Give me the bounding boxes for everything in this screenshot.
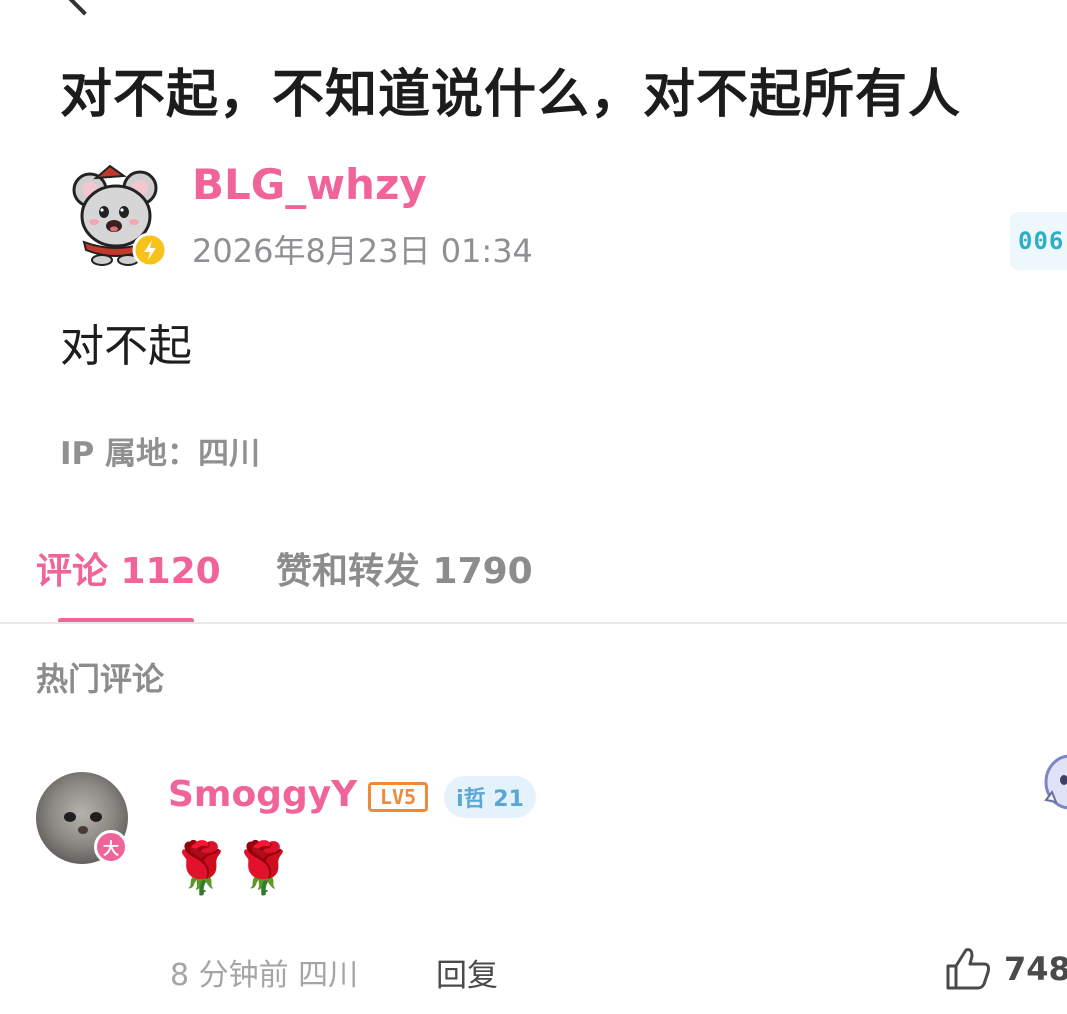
comment-meta: 8 分钟前 四川 — [170, 958, 359, 993]
like-count: 748 — [1004, 950, 1067, 988]
comment-text: 🌹🌹 — [170, 839, 295, 897]
comment-tabs: 评论 1120 赞和转发 1790 — [0, 540, 1067, 626]
fan-number-badge[interactable]: 006 — [1010, 212, 1067, 270]
verified-badge: 大 — [94, 830, 128, 864]
tab-comments[interactable]: 评论 1120 — [36, 542, 221, 594]
post-title: 对不起，不知道说什么，对不起所有人 — [60, 65, 962, 125]
avatar-pendant-icon — [1042, 752, 1067, 822]
hot-comments-label: 热门评论 — [36, 660, 165, 698]
divider — [0, 622, 1067, 624]
author-name[interactable]: BLG_whzy — [192, 160, 427, 209]
fan-medal-badge[interactable]: i哲 21 — [444, 776, 536, 818]
fan-number-text: 006 — [1018, 227, 1065, 255]
post-detail-page: 对不起，不知道说什么，对不起所有人 BLG_whzy 2026年8月23日 01… — [0, 0, 1067, 1014]
back-arrow-icon[interactable] — [58, 0, 110, 16]
lightning-icon — [132, 232, 168, 268]
author-avatar[interactable] — [66, 162, 170, 268]
level-badge: LV5 — [368, 782, 428, 812]
commenter-name[interactable]: SmoggyY — [168, 774, 357, 815]
reply-button[interactable]: 回复 — [436, 950, 498, 995]
tab-likes-reposts[interactable]: 赞和转发 1790 — [276, 542, 533, 594]
ip-location: IP 属地：四川 — [60, 436, 261, 472]
post-body: 对不起 — [60, 321, 192, 372]
post-time: 2026年8月23日 01:34 — [192, 232, 533, 270]
thumbs-up-icon[interactable] — [944, 946, 992, 992]
